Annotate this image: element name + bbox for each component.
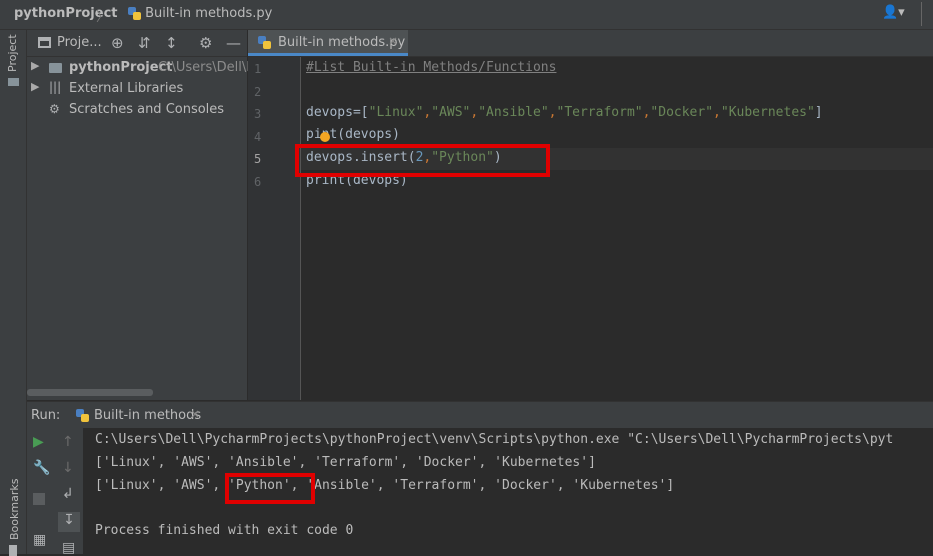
python-file-icon: [258, 36, 271, 49]
folder-icon: [49, 63, 62, 73]
highlight-box-insert: [295, 144, 550, 177]
code-comma: ,: [713, 105, 721, 120]
console-line: ['Linux', 'AWS', 'Python', 'Ansible', 'T…: [95, 478, 675, 493]
chevron-right-icon[interactable]: ▶: [31, 59, 39, 72]
code-operator: =[: [352, 105, 369, 120]
chevron-right-icon[interactable]: ▶: [31, 80, 39, 93]
navigation-bar: pythonProject 〉 Built-in methods.py 👤▾: [0, 0, 933, 30]
console-line: Process finished with exit code 0: [95, 523, 354, 538]
line-number: 6: [254, 175, 262, 189]
code-string: "Terraform": [556, 105, 643, 120]
code-string: "Docker": [650, 105, 714, 120]
window-icon: [38, 37, 51, 48]
library-icon: |||: [49, 80, 62, 94]
stop-icon[interactable]: [33, 493, 45, 505]
code-string: "Kubernetes": [720, 105, 815, 120]
collapse-all-icon[interactable]: ↕: [165, 34, 178, 52]
python-file-icon: [76, 409, 89, 422]
tab-built-in-methods[interactable]: Built-in methods.py ×: [248, 30, 408, 56]
line-number: 2: [254, 85, 262, 99]
tab-run-built-in-methods[interactable]: Built-in methods ×: [72, 402, 232, 428]
scroll-to-end-icon[interactable]: ↧: [58, 512, 80, 532]
lightbulb-icon[interactable]: [320, 132, 330, 142]
soft-wrap-icon[interactable]: ↲: [62, 486, 74, 502]
line-number-gutter: 1 2 3 4 5 6: [248, 57, 301, 400]
breadcrumb-file-label: Built-in methods.py: [145, 6, 273, 21]
run-console[interactable]: C:\Users\Dell\PycharmProjects\pythonProj…: [84, 428, 933, 554]
code-operator: ]: [814, 105, 823, 120]
arrow-up-icon[interactable]: ↑: [62, 434, 74, 450]
highlight-box-python: [225, 473, 315, 504]
rerun-icon[interactable]: ▶: [33, 434, 44, 450]
project-tool-window-button[interactable]: Project: [6, 34, 19, 72]
tree-item-external-libraries[interactable]: ▶ ||| External Libraries: [27, 80, 247, 100]
code-string: "AWS": [431, 105, 471, 120]
line-number: 1: [254, 62, 262, 76]
code-line-3[interactable]: devops=["Linux","AWS","Ansible","Terrafo…: [306, 105, 823, 125]
tree-item-label: External Libraries: [69, 81, 184, 96]
close-icon[interactable]: ×: [190, 407, 200, 421]
hide-icon[interactable]: —: [226, 34, 241, 52]
code-comma: ,: [548, 105, 557, 120]
code-identifier: devops: [306, 105, 353, 120]
horizontal-scrollbar[interactable]: [27, 389, 153, 396]
code-identifier: p: [306, 127, 314, 142]
bookmark-icon: [9, 545, 17, 556]
layout-icon[interactable]: ▦: [33, 532, 46, 548]
code-comment: #List Built-in Methods/Functions: [306, 60, 557, 75]
python-file-icon: [128, 7, 141, 20]
arrow-down-icon[interactable]: ↓: [62, 460, 74, 476]
console-line: ['Linux', 'AWS', 'Ansible', 'Terraform',…: [95, 455, 596, 470]
tree-item-scratches[interactable]: ⚙ Scratches and Consoles: [27, 101, 247, 121]
gear-icon[interactable]: ⚙: [199, 34, 212, 52]
code-editor[interactable]: #List Built-in Methods/Functions devops=…: [295, 57, 933, 400]
user-account-icon[interactable]: 👤▾: [882, 5, 905, 20]
scratches-icon: ⚙: [49, 102, 60, 116]
line-number: 5: [254, 152, 262, 166]
console-line: C:\Users\Dell\PycharmProjects\pythonProj…: [95, 432, 894, 447]
run-panel-header: Run: Built-in methods ×: [27, 401, 933, 428]
tree-item-label: Scratches and Consoles: [69, 102, 225, 117]
wrench-icon[interactable]: 🔧: [33, 460, 50, 476]
breadcrumb-separator: 〉: [96, 10, 110, 25]
bookmarks-tool-window-button[interactable]: Bookmarks: [8, 479, 21, 540]
editor-tab-bar: Built-in methods.py ×: [248, 30, 933, 57]
tree-item-path: C:\Users\Dell\Py: [158, 60, 262, 75]
project-panel-header: Proje... ⊕ ⇵ ↕ ⚙ —: [27, 30, 247, 57]
expand-all-icon[interactable]: ⇵: [138, 34, 151, 52]
code-string: "Ansible": [478, 105, 549, 120]
close-icon[interactable]: ×: [388, 34, 398, 48]
tree-item-label: pythonProject: [69, 60, 173, 75]
run-label: Run:: [31, 408, 61, 423]
line-number: 4: [254, 130, 262, 144]
code-line-1[interactable]: #List Built-in Methods/Functions: [306, 60, 556, 80]
locate-icon[interactable]: ⊕: [111, 34, 124, 52]
left-tool-strip: Project Bookmarks: [0, 30, 27, 556]
run-toolbar: ▶ ↑ 🔧 ↓ ↲ ↧ ▦ ▤: [27, 428, 83, 556]
code-string: "Linux": [368, 105, 424, 120]
window-edge: [921, 2, 932, 26]
project-view-selector[interactable]: Proje...: [57, 35, 102, 50]
project-panel: Proje... ⊕ ⇵ ↕ ⚙ — ▶ pythonProject C:\Us…: [27, 30, 262, 400]
breadcrumb-file[interactable]: Built-in methods.py: [128, 6, 272, 21]
line-number: 3: [254, 107, 262, 121]
tab-label: Built-in methods.py: [278, 35, 406, 50]
tree-item-project[interactable]: ▶ pythonProject C:\Users\Dell\Py: [27, 59, 262, 79]
run-tab-label: Built-in methods: [94, 408, 202, 423]
folder-icon: [8, 78, 19, 86]
